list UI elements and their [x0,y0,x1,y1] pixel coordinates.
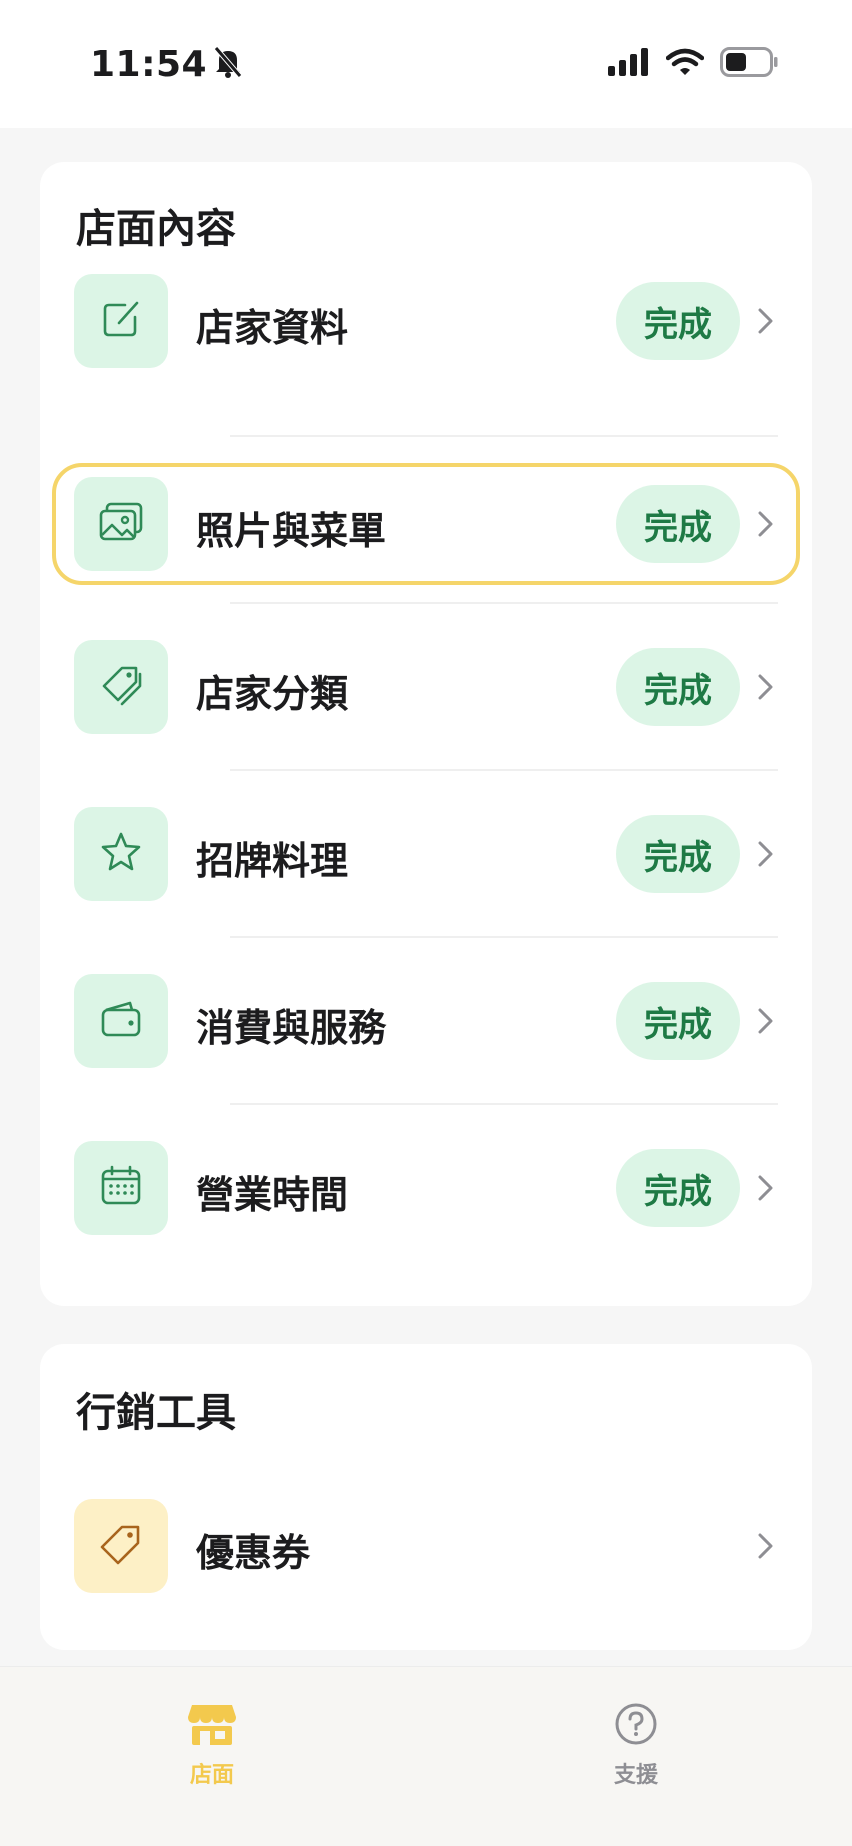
divider [230,1103,778,1105]
row-label: 營業時間 [196,1173,349,1217]
tab-bar: 店面 支援 [0,1666,852,1846]
icon-box [74,477,168,571]
divider [230,602,778,604]
status-badge: 完成 [616,815,740,893]
tab-support[interactable]: 支援 [576,1701,696,1789]
edit-icon [99,297,143,345]
row-store-category[interactable]: 店家分類 完成 [40,625,812,749]
divider [230,769,778,771]
row-label: 照片與菜單 [196,509,387,553]
status-badge: 完成 [616,1149,740,1227]
status-badge: 完成 [616,648,740,726]
star-icon [98,829,144,879]
bell-muted-icon [213,45,243,83]
status-time: 11:54 [90,43,208,85]
icon-box [74,807,168,901]
status-badge: 完成 [616,485,740,563]
signal-icon [608,48,650,80]
store-content-card: 店面內容 店家資料 完成 照片與菜單 完成 店家分類 完成 招牌料理 完成 消費… [40,162,812,1306]
icon-box [74,1499,168,1593]
row-store-info[interactable]: 店家資料 完成 [40,259,812,383]
section-title-content: 店面內容 [76,206,236,252]
row-photos-menu[interactable]: 照片與菜單 完成 [40,462,812,586]
status-badge: 完成 [616,982,740,1060]
status-right [608,47,778,81]
icon-box [74,974,168,1068]
battery-icon [720,47,778,81]
tab-label: 店面 [189,1763,234,1788]
chevron-right-icon [750,506,780,542]
tab-store[interactable]: 店面 [152,1701,272,1789]
chevron-right-icon [750,836,780,872]
row-business-hours[interactable]: 營業時間 完成 [40,1126,812,1250]
row-label: 店家分類 [196,672,349,716]
divider [230,435,778,437]
wifi-icon [665,48,705,80]
tab-label: 支援 [613,1763,658,1788]
divider [230,936,778,938]
marketing-tools-card: 行銷工具 優惠券 [40,1344,812,1650]
chevron-right-icon [750,669,780,705]
section-title-marketing: 行銷工具 [76,1390,236,1436]
status-badge: 完成 [616,282,740,360]
icon-box [74,1141,168,1235]
chevron-right-icon [750,1528,780,1564]
row-label: 優惠券 [196,1531,311,1575]
wallet-icon [98,998,144,1044]
icon-box [74,640,168,734]
status-bar: 11:54 [0,0,852,128]
row-label: 招牌料理 [196,839,349,883]
coupon-icon [98,1521,144,1571]
photo-icon [97,500,145,548]
row-label: 消費與服務 [196,1006,387,1050]
status-left: 11:54 [90,44,243,85]
chevron-right-icon [750,1003,780,1039]
row-signature-dishes[interactable]: 招牌料理 完成 [40,792,812,916]
calendar-icon [98,1163,144,1213]
chevron-right-icon [750,303,780,339]
row-payment-services[interactable]: 消費與服務 完成 [40,959,812,1083]
help-icon [613,1701,659,1751]
store-icon [186,1701,238,1751]
row-coupons[interactable]: 優惠券 [40,1484,812,1608]
icon-box [74,274,168,368]
chevron-right-icon [750,1170,780,1206]
row-label: 店家資料 [196,306,349,350]
tag-icon [98,662,144,712]
